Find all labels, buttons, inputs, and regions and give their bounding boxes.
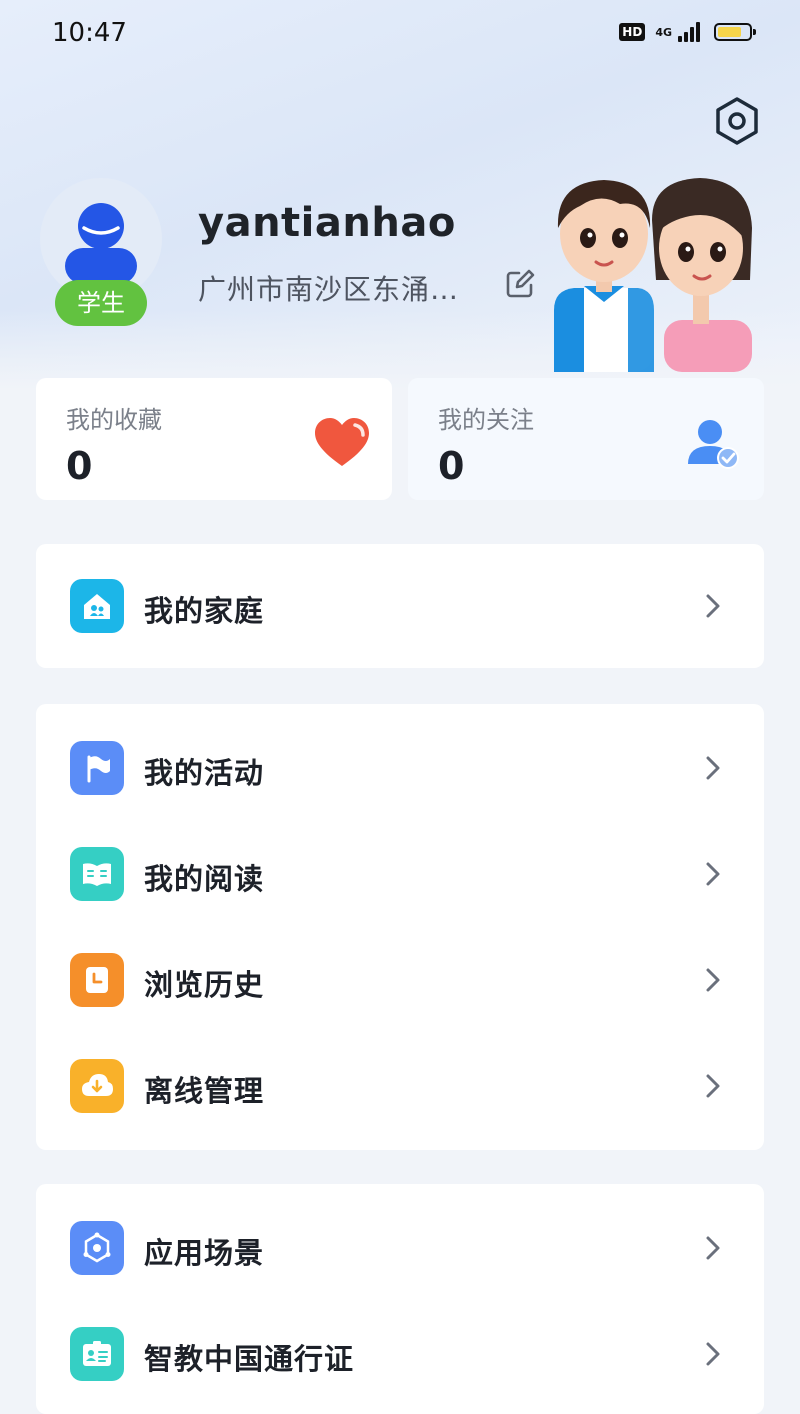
chevron-right-icon [706, 862, 720, 886]
following-count: 0 [438, 444, 465, 488]
menu-label-app-scenarios: 应用场景 [144, 1236, 265, 1270]
school-location: 广州市南沙区东涌… [198, 273, 460, 306]
menu-item-zhijiao-pass[interactable]: 智教中国通行证 [36, 1301, 764, 1407]
status-time: 10:47 [52, 18, 127, 48]
menu-label-my-family: 我的家庭 [144, 594, 265, 628]
menu-item-my-activities[interactable]: 我的活动 [36, 715, 764, 821]
menu-item-offline-management[interactable]: 离线管理 [36, 1033, 764, 1139]
following-label: 我的关注 [438, 406, 534, 434]
history-icon [70, 953, 124, 1007]
following-card[interactable]: 我的关注 0 [408, 378, 764, 500]
menu-item-my-family[interactable]: 我的家庭 [36, 544, 764, 668]
menu-label-my-reading: 我的阅读 [144, 862, 265, 896]
menu-item-app-scenarios[interactable]: 应用场景 [36, 1195, 764, 1301]
chevron-right-icon [706, 968, 720, 992]
chevron-right-icon [706, 594, 720, 618]
settings-button[interactable] [712, 96, 762, 146]
edit-icon [506, 269, 535, 298]
favorites-label: 我的收藏 [66, 406, 162, 434]
network-type: 4G [655, 25, 672, 39]
id-card-icon [70, 1327, 124, 1381]
chevron-right-icon [706, 756, 720, 780]
menu-item-browse-history[interactable]: 浏览历史 [36, 927, 764, 1033]
download-cloud-icon [70, 1059, 124, 1113]
favorites-count: 0 [66, 444, 93, 488]
flag-icon [70, 741, 124, 795]
chevron-right-icon [706, 1342, 720, 1366]
signal-icon [678, 22, 700, 42]
menu-label-browse-history: 浏览历史 [144, 968, 265, 1002]
book-icon [70, 847, 124, 901]
gear-icon [716, 97, 758, 145]
scene-icon [70, 1221, 124, 1275]
username: yantianhao [198, 200, 456, 246]
status-indicators: HD 4G [619, 22, 756, 42]
menu-group-apps: 应用场景 智教中国通行证 [36, 1184, 764, 1414]
menu-group-activity: 我的活动 我的阅读 浏览历史 离线管理 [36, 704, 764, 1150]
menu-label-offline-management: 离线管理 [144, 1074, 265, 1108]
menu-label-zhijiao-pass: 智教中国通行证 [144, 1342, 355, 1376]
chevron-right-icon [706, 1074, 720, 1098]
edit-profile-button[interactable] [504, 268, 536, 300]
chevron-right-icon [706, 1236, 720, 1260]
battery-level [718, 27, 741, 37]
user-check-icon [684, 414, 744, 474]
role-badge: 学生 [55, 280, 147, 326]
heart-icon [312, 414, 372, 474]
home-icon [70, 579, 124, 633]
menu-item-my-reading[interactable]: 我的阅读 [36, 821, 764, 927]
menu-group-family: 我的家庭 [36, 544, 764, 668]
battery-icon [714, 23, 756, 41]
hd-icon: HD [619, 23, 646, 41]
menu-label-my-activities: 我的活动 [144, 756, 265, 790]
mascot-illustration [540, 170, 760, 372]
favorites-card[interactable]: 我的收藏 0 [36, 378, 392, 500]
